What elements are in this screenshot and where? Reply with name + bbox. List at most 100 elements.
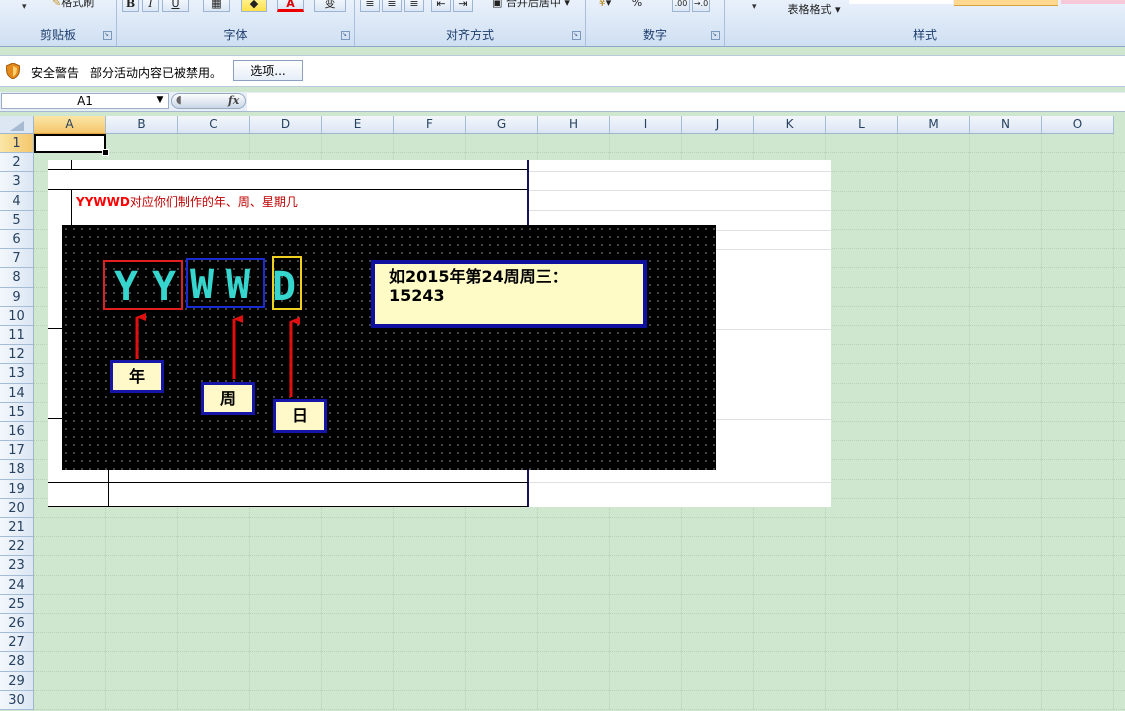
bold-button[interactable]: B: [122, 0, 139, 12]
row-header-23[interactable]: 23: [0, 556, 34, 576]
row-header-12[interactable]: 12: [0, 345, 34, 364]
date-code-diagram[interactable]: Y Y W W D 年 周 日 如2015年第24周周三： 15243: [62, 225, 716, 470]
percent-button[interactable]: %: [626, 0, 648, 12]
table-border: [71, 189, 72, 225]
font-color-button[interactable]: A: [277, 0, 304, 12]
dialog-launcher-icon[interactable]: ↘: [103, 31, 112, 40]
dialog-launcher-icon[interactable]: ↘: [711, 31, 720, 40]
column-header-f[interactable]: F: [394, 116, 466, 134]
paste-dropdown-icon[interactable]: ▾: [22, 2, 27, 12]
formula-input[interactable]: [247, 93, 1125, 111]
row-header-19[interactable]: 19: [0, 480, 34, 499]
heading-code: YYWWD: [76, 195, 130, 209]
row-header-3[interactable]: 3: [0, 172, 34, 192]
row-header-29[interactable]: 29: [0, 672, 34, 691]
table-border: [71, 160, 72, 169]
fill-bucket-icon: ◆: [249, 0, 259, 10]
underline-button[interactable]: U: [162, 0, 189, 12]
decrease-decimal-button[interactable]: →.0: [692, 0, 710, 12]
row-header-21[interactable]: 21: [0, 518, 34, 537]
row-header-8[interactable]: 8: [0, 268, 34, 288]
border-icon: ▦: [211, 0, 222, 10]
align-left-button[interactable]: ≡: [360, 0, 380, 12]
cell-style-normal[interactable]: [849, 0, 953, 4]
row-header-1[interactable]: 1: [0, 134, 34, 153]
table-border: [48, 418, 62, 419]
row-header-10[interactable]: 10: [0, 307, 34, 326]
align-center-button[interactable]: ≡: [382, 0, 402, 12]
format-painter-button[interactable]: ✎格式刷: [52, 0, 110, 12]
row-header-26[interactable]: 26: [0, 614, 34, 633]
row-header-27[interactable]: 27: [0, 633, 34, 652]
column-header-h[interactable]: H: [538, 116, 610, 134]
row-header-22[interactable]: 22: [0, 537, 34, 556]
column-header-m[interactable]: M: [898, 116, 970, 134]
dialog-launcher-icon[interactable]: ↘: [572, 31, 581, 40]
increase-indent-button[interactable]: ⇥: [453, 0, 473, 12]
align-right-button[interactable]: ≡: [404, 0, 424, 12]
active-cell-a1[interactable]: [34, 134, 106, 153]
column-header-o[interactable]: O: [1042, 116, 1114, 134]
column-header-n[interactable]: N: [970, 116, 1042, 134]
security-warning-bar: 安全警告 部分活动内容已被禁用。 选项...: [0, 55, 1125, 87]
options-button[interactable]: 选项...: [233, 60, 303, 81]
table-border: [48, 482, 528, 483]
currency-button[interactable]: ¥▾: [591, 0, 619, 12]
row-header-18[interactable]: 18: [0, 460, 34, 480]
ribbon-group-alignment: ≡ ≡ ≡ ⇤ ⇥ ▣ 合并后居中 ▾ 对齐方式 ↘: [355, 0, 586, 46]
increase-decimal-icon: .00: [674, 0, 688, 8]
column-header-l[interactable]: L: [826, 116, 898, 134]
fill-color-button[interactable]: ◆: [241, 0, 267, 12]
table-format-button[interactable]: 表格格式 ▾: [783, 1, 845, 19]
row-header-16[interactable]: 16: [0, 422, 34, 441]
row-header-30[interactable]: 30: [0, 691, 34, 710]
grid-row-line: [34, 690, 1125, 692]
conditional-format-dropdown-icon[interactable]: ▾: [752, 2, 757, 12]
row-header-6[interactable]: 6: [0, 230, 34, 249]
column-header-i[interactable]: I: [610, 116, 682, 134]
grid-row-line: [34, 575, 1125, 577]
row-header-11[interactable]: 11: [0, 326, 34, 345]
align-right-icon: ≡: [409, 0, 419, 10]
row-header-28[interactable]: 28: [0, 652, 34, 672]
italic-button[interactable]: I: [142, 0, 159, 12]
row-header-5[interactable]: 5: [0, 211, 34, 230]
column-header-d[interactable]: D: [250, 116, 322, 134]
name-box-dropdown-icon[interactable]: ▼: [153, 93, 167, 107]
example-callout: 如2015年第24周周三： 15243: [371, 260, 647, 328]
row-header-17[interactable]: 17: [0, 441, 34, 460]
row-header-13[interactable]: 13: [0, 364, 34, 384]
cell-style-bad[interactable]: [1061, 0, 1125, 4]
grid-line: [528, 482, 831, 483]
increase-decimal-button[interactable]: .00: [672, 0, 690, 12]
row-header-7[interactable]: 7: [0, 249, 34, 268]
phonetic-button[interactable]: 变: [314, 0, 346, 12]
row-header-4[interactable]: 4: [0, 192, 34, 211]
row-header-15[interactable]: 15: [0, 403, 34, 422]
grid-row-line: [34, 594, 1125, 596]
column-header-c[interactable]: C: [178, 116, 250, 134]
row-header-14[interactable]: 14: [0, 384, 34, 403]
row-header-20[interactable]: 20: [0, 499, 34, 518]
column-header-a[interactable]: A: [34, 116, 106, 134]
merge-center-button[interactable]: ▣ 合并后居中 ▾: [483, 0, 579, 12]
column-header-g[interactable]: G: [466, 116, 538, 134]
row-header-25[interactable]: 25: [0, 595, 34, 614]
dialog-launcher-icon[interactable]: ↘: [341, 31, 350, 40]
ribbon-group-font: B I U ▦ ◆ A 变 字体 ↘: [117, 0, 355, 46]
row-header-9[interactable]: 9: [0, 288, 34, 307]
row-header-2[interactable]: 2: [0, 153, 34, 172]
cell-style-highlight[interactable]: [954, 0, 1058, 6]
fill-handle[interactable]: [102, 149, 109, 156]
column-header-b[interactable]: B: [106, 116, 178, 134]
row-header-24[interactable]: 24: [0, 576, 34, 595]
name-box[interactable]: A1: [1, 93, 169, 109]
column-header-e[interactable]: E: [322, 116, 394, 134]
column-header-k[interactable]: K: [754, 116, 826, 134]
decrease-indent-button[interactable]: ⇤: [431, 0, 451, 12]
border-button[interactable]: ▦: [203, 0, 230, 12]
grid-line: [528, 190, 831, 191]
insert-function-icon[interactable]: fx: [228, 94, 239, 107]
ribbon-group-clipboard: ▾ ✎格式刷 剪贴板 ↘: [0, 0, 117, 46]
column-header-j[interactable]: J: [682, 116, 754, 134]
